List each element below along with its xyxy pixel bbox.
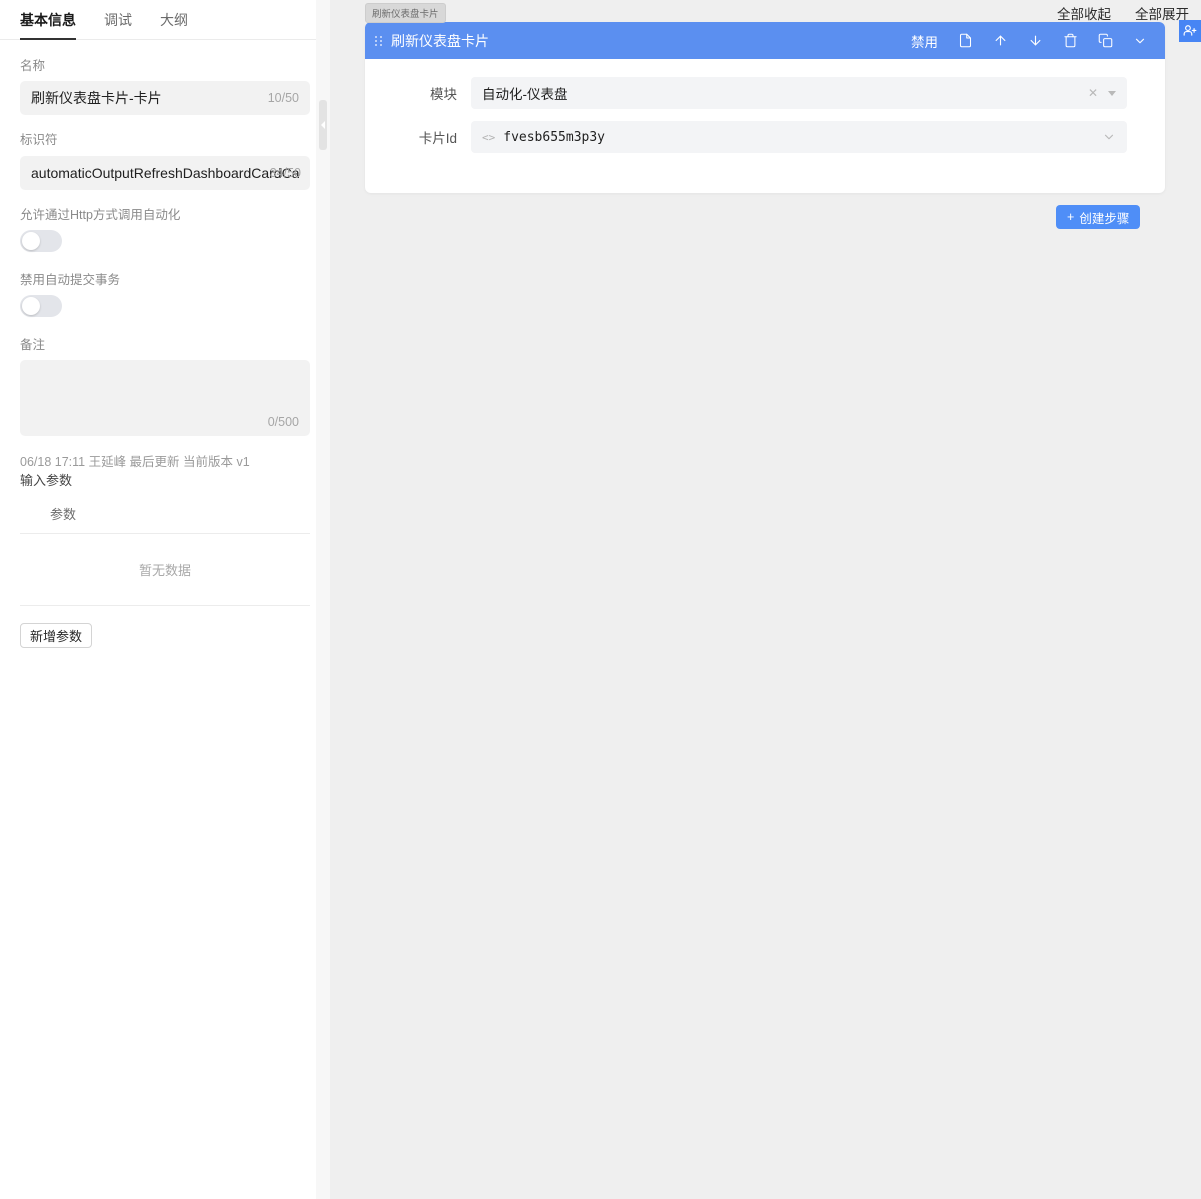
module-select[interactable]: 自动化-仪表盘 ✕ bbox=[471, 77, 1127, 109]
move-up-button[interactable] bbox=[993, 33, 1008, 48]
disable-step-button[interactable]: 禁用 bbox=[911, 31, 938, 51]
last-updated-info: 06/18 17:11 王延峰 最后更新 当前版本 v1 输入参数 bbox=[20, 454, 310, 489]
name-char-counter: 10/50 bbox=[267, 91, 299, 106]
module-row: 模块 自动化-仪表盘 ✕ bbox=[403, 77, 1127, 109]
settings-form: 名称 刷新仪表盘卡片-卡片 10/50 标识符 automaticOutputR… bbox=[0, 40, 330, 648]
parameters-empty-state: 暂无数据 bbox=[20, 534, 310, 606]
user-add-icon bbox=[1183, 25, 1197, 36]
identifier-input[interactable]: automaticOutputRefreshDashboardCardCard … bbox=[20, 155, 310, 190]
card-id-label: 卡片Id bbox=[418, 131, 457, 146]
parameters-table-header: 参数 bbox=[20, 504, 310, 534]
arrow-down-icon bbox=[1030, 35, 1041, 46]
tab-bar: 基本信息 调试 大纲 bbox=[0, 0, 330, 40]
chevron-down-icon[interactable] bbox=[1102, 130, 1116, 144]
remark-textarea[interactable]: 0/500 bbox=[20, 360, 310, 437]
create-step-button[interactable]: + 创建步骤 bbox=[1056, 205, 1141, 229]
panel-resize-handle[interactable] bbox=[316, 0, 330, 1199]
update-timestamp-line: 06/18 17:11 王延峰 最后更新 当前版本 v1 bbox=[20, 455, 250, 470]
trash-icon bbox=[1064, 33, 1077, 48]
delete-step-button[interactable] bbox=[1063, 33, 1078, 48]
module-select-value: 自动化-仪表盘 bbox=[482, 87, 568, 102]
chevron-down-icon bbox=[1135, 38, 1145, 43]
identifier-char-counter: 34/50 bbox=[269, 165, 301, 180]
step-card-title: 刷新仪表盘卡片 bbox=[391, 32, 489, 49]
duplicate-step-button[interactable] bbox=[1098, 33, 1113, 48]
identifier-input-value: automaticOutputRefreshDashboardCardCard bbox=[31, 164, 299, 181]
drag-ghost-tag: 刷新仪表盘卡片 bbox=[365, 3, 446, 23]
card-id-row: 卡片Id <> fvesb655m3p3y bbox=[403, 121, 1127, 153]
document-icon bbox=[959, 33, 972, 48]
code-brackets-icon: <> bbox=[482, 130, 496, 144]
card-id-input[interactable]: <> fvesb655m3p3y bbox=[471, 121, 1127, 153]
collapse-step-button[interactable] bbox=[1133, 34, 1147, 48]
card-id-controls bbox=[1102, 130, 1116, 144]
move-down-button[interactable] bbox=[1028, 33, 1043, 48]
card-id-value: fvesb655m3p3y bbox=[503, 129, 605, 145]
resize-grip[interactable] bbox=[319, 100, 327, 150]
tab-debug[interactable]: 调试 bbox=[104, 10, 132, 39]
flow-canvas-panel: 全部收起 全部展开 刷新仪表盘卡片 刷新仪表盘卡片 禁用 模块 自动化-仪表盘 … bbox=[330, 0, 1201, 1199]
user-add-icon-button[interactable] bbox=[1179, 20, 1201, 42]
arrow-up-icon bbox=[995, 35, 1006, 46]
parameters-table: 参数 暂无数据 bbox=[20, 504, 310, 606]
step-card-header: 刷新仪表盘卡片 禁用 bbox=[365, 22, 1165, 59]
tab-basic-info[interactable]: 基本信息 bbox=[20, 10, 76, 40]
step-card: 刷新仪表盘卡片 禁用 模块 自动化-仪表盘 ✕ 卡片Id <> fvesb655… bbox=[365, 22, 1165, 193]
plus-icon: + bbox=[1067, 210, 1075, 224]
disable-auto-transaction-toggle[interactable] bbox=[20, 295, 62, 317]
toggle-knob bbox=[22, 231, 40, 250]
transaction-switch-label: 禁用自动提交事务 bbox=[20, 272, 121, 287]
left-settings-panel: 基本信息 调试 大纲 名称 刷新仪表盘卡片-卡片 10/50 标识符 autom… bbox=[0, 0, 330, 1199]
create-step-label: 创建步骤 bbox=[1079, 211, 1130, 226]
input-params-title: 输入参数 bbox=[20, 473, 73, 489]
http-switch-label: 允许通过Http方式调用自动化 bbox=[20, 207, 181, 222]
module-select-controls: ✕ bbox=[1088, 86, 1116, 100]
add-parameter-button[interactable]: 新增参数 bbox=[20, 622, 93, 648]
drag-dots-icon[interactable] bbox=[375, 35, 382, 46]
collapse-all-button[interactable]: 全部收起 bbox=[1057, 3, 1111, 23]
name-input-value: 刷新仪表盘卡片-卡片 bbox=[31, 90, 162, 107]
remark-label: 备注 bbox=[20, 338, 46, 352]
param-column-header: 参数 bbox=[50, 506, 77, 522]
remark-char-counter: 0/500 bbox=[267, 415, 299, 430]
toggle-knob bbox=[22, 297, 40, 315]
module-label: 模块 bbox=[430, 87, 457, 102]
name-input[interactable]: 刷新仪表盘卡片-卡片 10/50 bbox=[20, 81, 310, 116]
step-card-body: 模块 自动化-仪表盘 ✕ 卡片Id <> fvesb655m3p3y bbox=[365, 59, 1165, 193]
tab-outline[interactable]: 大纲 bbox=[160, 10, 188, 39]
document-icon-button[interactable] bbox=[958, 33, 973, 48]
canvas-top-actions: 全部收起 全部展开 bbox=[1057, 3, 1189, 23]
name-label: 名称 bbox=[20, 59, 46, 73]
copy-icon bbox=[1098, 33, 1113, 48]
identifier-label: 标识符 bbox=[20, 133, 58, 148]
chevron-left-icon bbox=[321, 121, 325, 129]
http-enable-toggle[interactable] bbox=[20, 229, 62, 252]
step-card-toolbar: 禁用 bbox=[911, 31, 1165, 51]
chevron-down-icon[interactable] bbox=[1108, 90, 1116, 96]
clear-icon[interactable]: ✕ bbox=[1088, 86, 1098, 100]
